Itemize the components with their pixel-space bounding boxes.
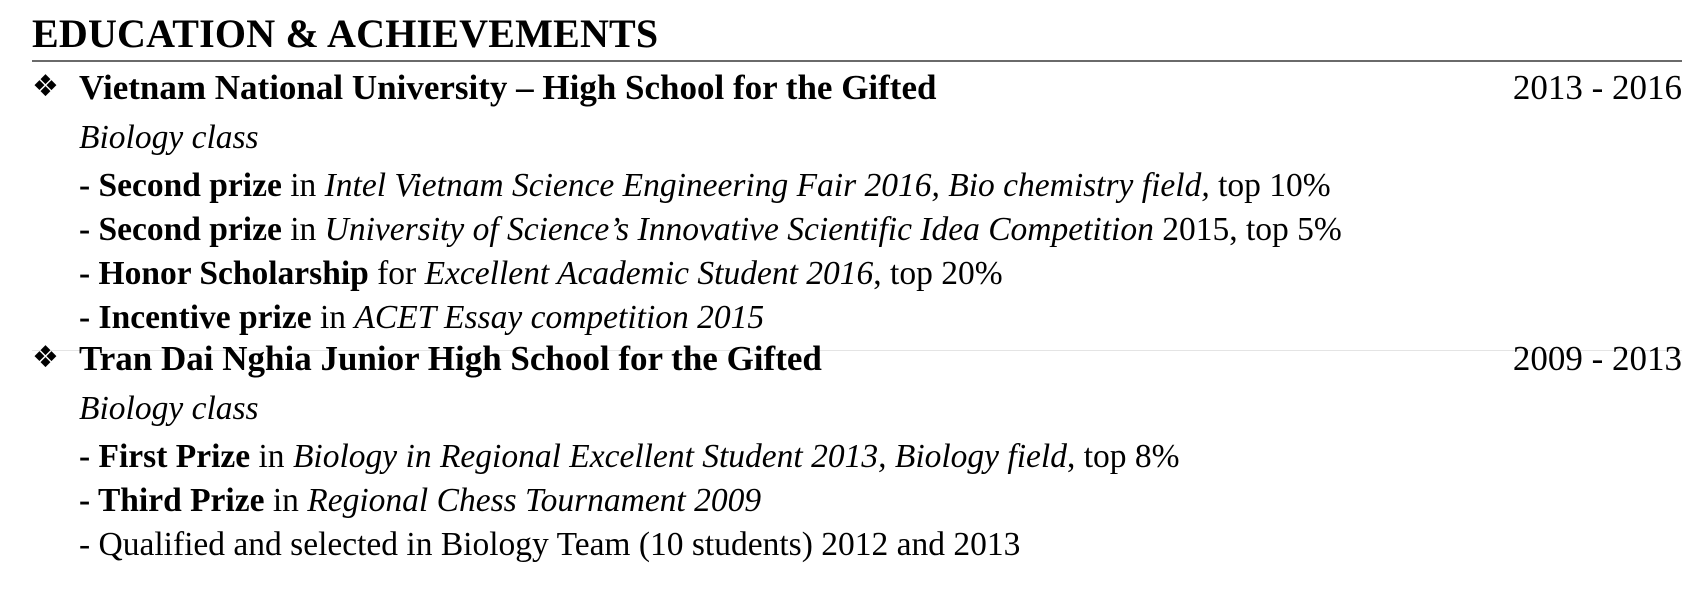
- item-connector: in: [250, 438, 293, 475]
- achievement-item: - Qualified and selected in Biology Team…: [79, 525, 1180, 569]
- education-entry: ❖ Vietnam National University – High Sch…: [32, 68, 1682, 336]
- item-dash: -: [79, 167, 99, 204]
- achievement-item: - Second prize in Intel Vietnam Science …: [79, 166, 1342, 210]
- achievement-item: - Incentive prize in ACET Essay competit…: [79, 298, 1342, 342]
- section-title: EDUCATION & ACHIEVEMENTS: [32, 11, 659, 56]
- item-event: Biology in Regional Excellent Student 20…: [292, 438, 1067, 475]
- achievement-item: - Honor Scholarship for Excellent Academ…: [79, 254, 1342, 298]
- entry-details: Biology class - Second prize in Intel Vi…: [79, 118, 1342, 342]
- item-dash: -: [79, 211, 99, 248]
- item-connector: in: [281, 211, 325, 248]
- item-connector: in: [281, 167, 325, 204]
- item-event: Intel Vietnam Science Engineering Fair 2…: [324, 167, 1210, 204]
- item-dash: -: [79, 482, 98, 519]
- school-name: Tran Dai Nghia Junior High School for th…: [79, 339, 822, 378]
- item-award: Third Prize: [97, 482, 265, 519]
- class-subtitle: Biology class: [79, 119, 259, 156]
- entry-dates: 2009 - 2013: [1512, 339, 1682, 378]
- item-dash: -: [79, 255, 99, 292]
- item-suffix: , top 8%: [1066, 438, 1180, 475]
- item-dash: -: [79, 438, 99, 475]
- item-suffix: top 10%: [1209, 167, 1331, 204]
- title-rule: [32, 60, 1682, 62]
- diamond-bullet-icon: ❖: [32, 69, 59, 104]
- item-connector: - Qualified and selected in Biology Team…: [79, 526, 1021, 563]
- item-event: ACET Essay competition 2015: [354, 299, 765, 336]
- item-connector: in: [264, 482, 308, 519]
- entry-header: ❖ Tran Dai Nghia Junior High School for …: [32, 339, 1682, 383]
- achievement-item: - First Prize in Biology in Regional Exc…: [79, 437, 1180, 481]
- item-connector: for: [368, 255, 425, 292]
- school-name: Vietnam National University – High Schoo…: [79, 68, 937, 107]
- entry-dates: 2013 - 2016: [1512, 68, 1682, 107]
- item-suffix: 2015, top 5%: [1153, 211, 1342, 248]
- achievement-item: - Third Prize in Regional Chess Tourname…: [79, 481, 1180, 525]
- item-event: University of Science’s Innovative Scien…: [324, 211, 1154, 248]
- item-event: Regional Chess Tournament 2009: [307, 482, 762, 519]
- class-subtitle: Biology class: [79, 390, 259, 427]
- achievement-item: - Second prize in University of Science’…: [79, 210, 1342, 254]
- entry-details: Biology class - First Prize in Biology i…: [79, 389, 1180, 569]
- item-award: First Prize: [98, 438, 251, 475]
- diamond-bullet-icon: ❖: [32, 340, 59, 375]
- education-section: EDUCATION & ACHIEVEMENTS ❖ Vietnam Natio…: [32, 0, 1682, 563]
- item-suffix: , top 20%: [873, 255, 1003, 292]
- item-award: Incentive prize: [98, 299, 312, 336]
- item-connector: in: [311, 299, 355, 336]
- item-award: Second prize: [98, 211, 282, 248]
- item-event: Excellent Academic Student 2016: [424, 255, 874, 292]
- item-award: Second prize: [98, 167, 282, 204]
- education-entry: ❖ Tran Dai Nghia Junior High School for …: [32, 339, 1682, 563]
- item-dash: -: [79, 299, 99, 336]
- entry-header: ❖ Vietnam National University – High Sch…: [32, 68, 1682, 112]
- item-award: Honor Scholarship: [98, 255, 369, 292]
